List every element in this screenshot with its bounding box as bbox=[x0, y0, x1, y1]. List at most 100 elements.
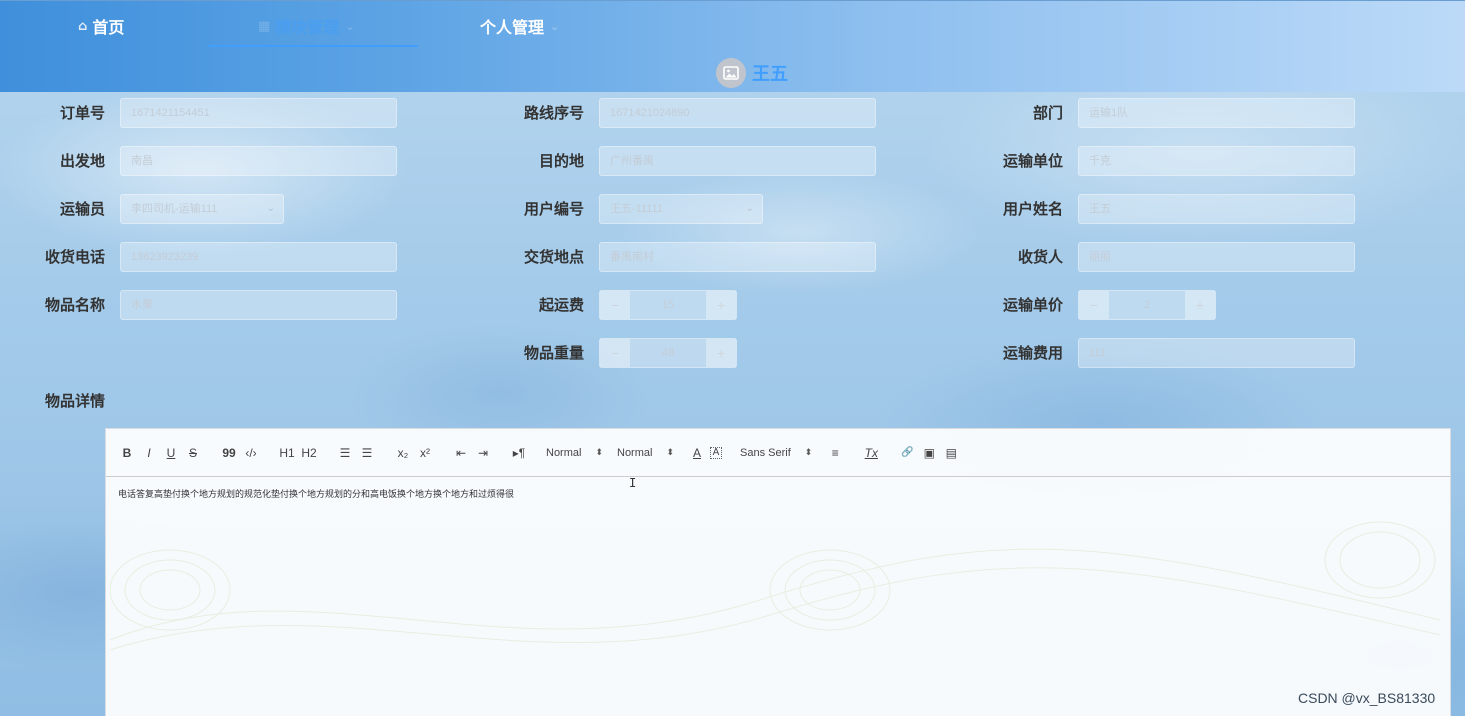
item-name-input[interactable]: 水果 bbox=[120, 290, 397, 320]
chevron-down-icon: ⌄ bbox=[745, 203, 754, 214]
weight-label: 物品重量 bbox=[523, 344, 584, 362]
chevron-down-icon: ⌄ bbox=[345, 19, 355, 33]
bullet-list-button[interactable]: ☰ bbox=[358, 443, 376, 463]
origin-label: 出发地 bbox=[59, 152, 105, 170]
recv-phone-label: 收货电话 bbox=[44, 248, 105, 266]
order-no-input[interactable]: 1671421154451 bbox=[120, 98, 397, 128]
updown-icon: ⬍ bbox=[666, 447, 674, 457]
header1-button[interactable]: H1 bbox=[278, 443, 296, 463]
image-placeholder-icon bbox=[723, 66, 739, 80]
decrement-button[interactable]: − bbox=[600, 291, 630, 319]
text-direction-button[interactable]: ▸¶ bbox=[510, 443, 528, 463]
background-color-button[interactable]: A bbox=[710, 446, 722, 459]
unit-price-stepper[interactable]: − 2 + bbox=[1078, 290, 1216, 320]
link-button[interactable]: 🔗 bbox=[898, 443, 916, 463]
detail-label: 物品详情 bbox=[44, 392, 105, 410]
chevron-down-icon: ⌄ bbox=[550, 19, 560, 33]
order-no-label: 订单号 bbox=[59, 104, 105, 122]
origin-input[interactable]: 南昌 bbox=[120, 146, 397, 176]
user-menu[interactable]: 王五 bbox=[716, 58, 788, 88]
item-name-label: 物品名称 bbox=[44, 296, 105, 314]
video-button[interactable]: ▤ bbox=[942, 443, 960, 463]
top-header: ⌂ 首页 ▦ 模块管理 ⌄ 个人管理 ⌄ 王五 bbox=[0, 0, 1465, 92]
receiver-input[interactable]: 丽丽 bbox=[1078, 242, 1355, 272]
recv-phone-input[interactable]: 13623923239 bbox=[120, 242, 397, 272]
strike-button[interactable]: S bbox=[184, 443, 202, 463]
carrier-unit-label: 运输单位 bbox=[1002, 152, 1063, 170]
updown-icon: ⬍ bbox=[804, 447, 813, 457]
nav-home[interactable]: ⌂ 首页 bbox=[78, 15, 124, 37]
nav-module-label: 模块管理 bbox=[275, 18, 340, 37]
updown-icon: ⬍ bbox=[595, 447, 603, 457]
decrement-button[interactable]: − bbox=[1079, 291, 1109, 319]
watermark: CSDN @vx_BS81330 bbox=[1298, 690, 1436, 706]
grid-icon: ▦ bbox=[258, 18, 271, 34]
start-fee-label: 起运费 bbox=[538, 296, 584, 314]
dept-label: 部门 bbox=[1032, 104, 1063, 122]
home-icon: ⌂ bbox=[78, 18, 88, 34]
heading-select[interactable]: Normal ⬍ bbox=[617, 447, 674, 459]
weight-stepper[interactable]: − 48 + bbox=[599, 338, 737, 368]
editor-toolbar: B I U S 99 ‹/› H1 H2 ☰ ☰ x₂ x² ⇤ ⇥ ▸¶ No… bbox=[106, 429, 1450, 477]
destination-input[interactable]: 广州番禺 bbox=[599, 146, 876, 176]
start-fee-stepper[interactable]: − 15 + bbox=[599, 290, 737, 320]
transporter-label: 运输员 bbox=[59, 200, 105, 218]
indent-button[interactable]: ⇥ bbox=[474, 443, 492, 463]
fee-label: 运输费用 bbox=[1002, 344, 1063, 362]
increment-button[interactable]: + bbox=[706, 339, 736, 367]
increment-button[interactable]: + bbox=[1185, 291, 1215, 319]
increment-button[interactable]: + bbox=[706, 291, 736, 319]
nav-active-indicator bbox=[208, 45, 418, 47]
delivery-place-input[interactable]: 番禺南村 bbox=[599, 242, 876, 272]
outdent-button[interactable]: ⇤ bbox=[452, 443, 470, 463]
destination-label: 目的地 bbox=[538, 152, 584, 170]
text-cursor-icon: I bbox=[629, 476, 637, 490]
font-color-button[interactable]: A bbox=[688, 443, 706, 463]
delivery-place-label: 交货地点 bbox=[523, 248, 584, 266]
clear-format-button[interactable]: Tx bbox=[862, 443, 880, 463]
nav-personal-management[interactable]: 个人管理 ⌄ bbox=[480, 15, 559, 37]
image-button[interactable]: ▣ bbox=[920, 443, 938, 463]
transporter-value: 李四司机-运输111 bbox=[131, 203, 218, 215]
transporter-select[interactable]: 李四司机-运输111 ⌄ bbox=[120, 194, 284, 224]
nav-personal-label: 个人管理 bbox=[480, 18, 545, 37]
receiver-label: 收货人 bbox=[1017, 248, 1063, 266]
font-family-value: Sans Serif bbox=[740, 446, 791, 459]
font-size-select[interactable]: Normal ⬍ bbox=[546, 447, 603, 459]
chevron-down-icon: ⌄ bbox=[266, 203, 275, 214]
font-family-select[interactable]: Sans Serif ⬍ bbox=[740, 447, 812, 459]
blockquote-button[interactable]: 99 bbox=[220, 443, 238, 463]
user-name-input[interactable]: 王五 bbox=[1078, 194, 1355, 224]
editor-content[interactable]: 电话答复高垫付换个地方规划的规范化垫付换个地方规划的分和高电饭换个地方换个地方和… bbox=[118, 487, 514, 500]
unit-price-value[interactable]: 2 bbox=[1109, 291, 1185, 319]
user-name-label: 用户姓名 bbox=[1002, 200, 1063, 218]
italic-button[interactable]: I bbox=[140, 443, 158, 463]
user-no-value: 王五-11111 bbox=[610, 203, 663, 215]
user-no-label: 用户编号 bbox=[523, 200, 584, 218]
rich-text-editor[interactable]: B I U S 99 ‹/› H1 H2 ☰ ☰ x₂ x² ⇤ ⇥ ▸¶ No… bbox=[105, 428, 1451, 716]
ordered-list-button[interactable]: ☰ bbox=[336, 443, 354, 463]
route-no-input[interactable]: 1671421024890 bbox=[599, 98, 876, 128]
weight-value[interactable]: 48 bbox=[630, 339, 706, 367]
subscript-button[interactable]: x₂ bbox=[394, 443, 412, 463]
user-name: 王五 bbox=[752, 64, 788, 85]
font-size-value: Normal bbox=[546, 446, 582, 459]
route-no-label: 路线序号 bbox=[523, 104, 584, 122]
decrement-button[interactable]: − bbox=[600, 339, 630, 367]
align-button[interactable]: ≡ bbox=[826, 443, 844, 463]
start-fee-value[interactable]: 15 bbox=[630, 291, 706, 319]
user-no-select[interactable]: 王五-11111 ⌄ bbox=[599, 194, 763, 224]
bold-button[interactable]: B bbox=[118, 443, 136, 463]
heading-value: Normal bbox=[617, 446, 653, 459]
underline-button[interactable]: U bbox=[162, 443, 180, 463]
unit-price-label: 运输单价 bbox=[1002, 296, 1063, 314]
header2-button[interactable]: H2 bbox=[300, 443, 318, 463]
nav-module-management[interactable]: ▦ 模块管理 ⌄ bbox=[258, 15, 355, 37]
avatar bbox=[716, 58, 746, 88]
dept-input[interactable]: 运输1队 bbox=[1078, 98, 1355, 128]
carrier-unit-input[interactable]: 千克 bbox=[1078, 146, 1355, 176]
fee-input[interactable]: 111 bbox=[1078, 338, 1355, 368]
nav-home-label: 首页 bbox=[92, 18, 125, 37]
superscript-button[interactable]: x² bbox=[416, 443, 434, 463]
code-block-button[interactable]: ‹/› bbox=[242, 443, 260, 463]
